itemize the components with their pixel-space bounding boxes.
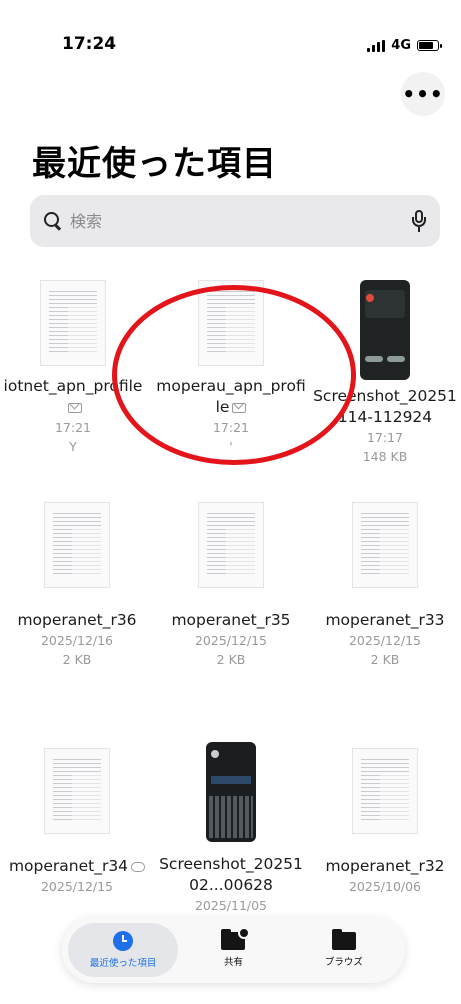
file-size: 2 KB [370,652,400,667]
status-indicators: 4G [367,38,442,53]
file-thumbnail [360,280,410,380]
mail-icon [67,402,82,413]
status-bar: 17:24 4G [0,0,461,84]
battery-icon [417,40,442,51]
file-item[interactable]: Screenshot_2025102...00628 2025/11/05 [156,742,306,915]
file-date: 2025/12/15 [40,879,114,894]
file-date: 2025/12/15 [194,633,268,648]
file-date: 17:17 [366,430,404,445]
file-date: 17:21 [212,420,250,435]
file-name: moperanet_r32 [325,857,445,875]
file-item[interactable]: moperau_apn_profile 17:21 ' [156,270,306,456]
search-input[interactable] [70,211,412,231]
file-thumbnail [206,742,256,842]
tab-browse[interactable]: ブラウズ [289,923,399,977]
network-type: 4G [391,38,411,53]
file-size: 2 KB [62,652,92,667]
file-date: 17:21 [54,420,92,435]
file-thumbnail [44,502,110,588]
file-item[interactable]: moperanet_r34 2025/12/15 [2,748,152,896]
file-item[interactable]: moperanet_r33 2025/12/15 2 KB [310,502,460,669]
file-name: moperanet_r35 [171,611,291,629]
file-item[interactable]: moperanet_r32 2025/10/06 [310,748,460,896]
file-size: Y [69,439,77,454]
tab-shared[interactable]: 共有 [178,923,288,977]
shared-folder-icon [221,927,251,950]
file-thumbnail [198,502,264,588]
file-thumbnail [352,748,418,834]
status-time: 17:24 [62,34,117,54]
folder-icon [331,929,356,950]
file-thumbnail [44,748,110,834]
search-bar[interactable] [30,195,440,247]
more-options-button[interactable]: ••• [401,72,445,116]
file-item[interactable]: Screenshot_20251114-112924 17:17 148 KB [310,270,460,466]
file-name: moperanet_r34 [8,857,129,875]
file-size: ' [229,439,233,454]
file-date: 2025/12/16 [40,633,114,648]
signal-icon [367,39,386,52]
file-date: 2025/11/05 [194,898,268,913]
file-name: Screenshot_2025102...00628 [159,855,303,894]
file-thumbnail [352,502,418,588]
file-size: 2 KB [216,652,246,667]
mail-icon [232,402,247,413]
file-size: 148 KB [362,449,408,464]
file-date: 2025/10/06 [348,879,422,894]
page-title: 最近使った項目 [32,144,277,184]
cloud-icon [131,861,146,872]
tab-label: ブラウズ [324,957,363,968]
tab-recent[interactable]: 最近使った項目 [68,923,179,977]
file-item[interactable]: iotnet_apn_profile 17:21 Y [0,270,148,456]
microphone-icon[interactable] [412,210,426,232]
tab-label: 共有 [223,957,243,968]
file-item[interactable]: moperanet_r36 2025/12/16 2 KB [2,502,152,669]
tab-bar: 最近使った項目 共有 ブラウズ [62,917,405,983]
search-icon [44,212,62,230]
file-date: 2025/12/15 [348,633,422,648]
file-name: moperanet_r33 [325,611,445,629]
file-thumbnail [40,280,106,366]
clock-icon [113,931,134,951]
file-name: moperanet_r36 [17,611,137,629]
file-name: iotnet_apn_profile [3,377,143,395]
file-name: Screenshot_20251114-112924 [313,387,457,426]
tab-label: 最近使った項目 [89,958,157,969]
file-item[interactable]: moperanet_r35 2025/12/15 2 KB [156,502,306,669]
file-thumbnail [198,280,264,366]
file-name: moperau_apn_profile [156,377,306,416]
